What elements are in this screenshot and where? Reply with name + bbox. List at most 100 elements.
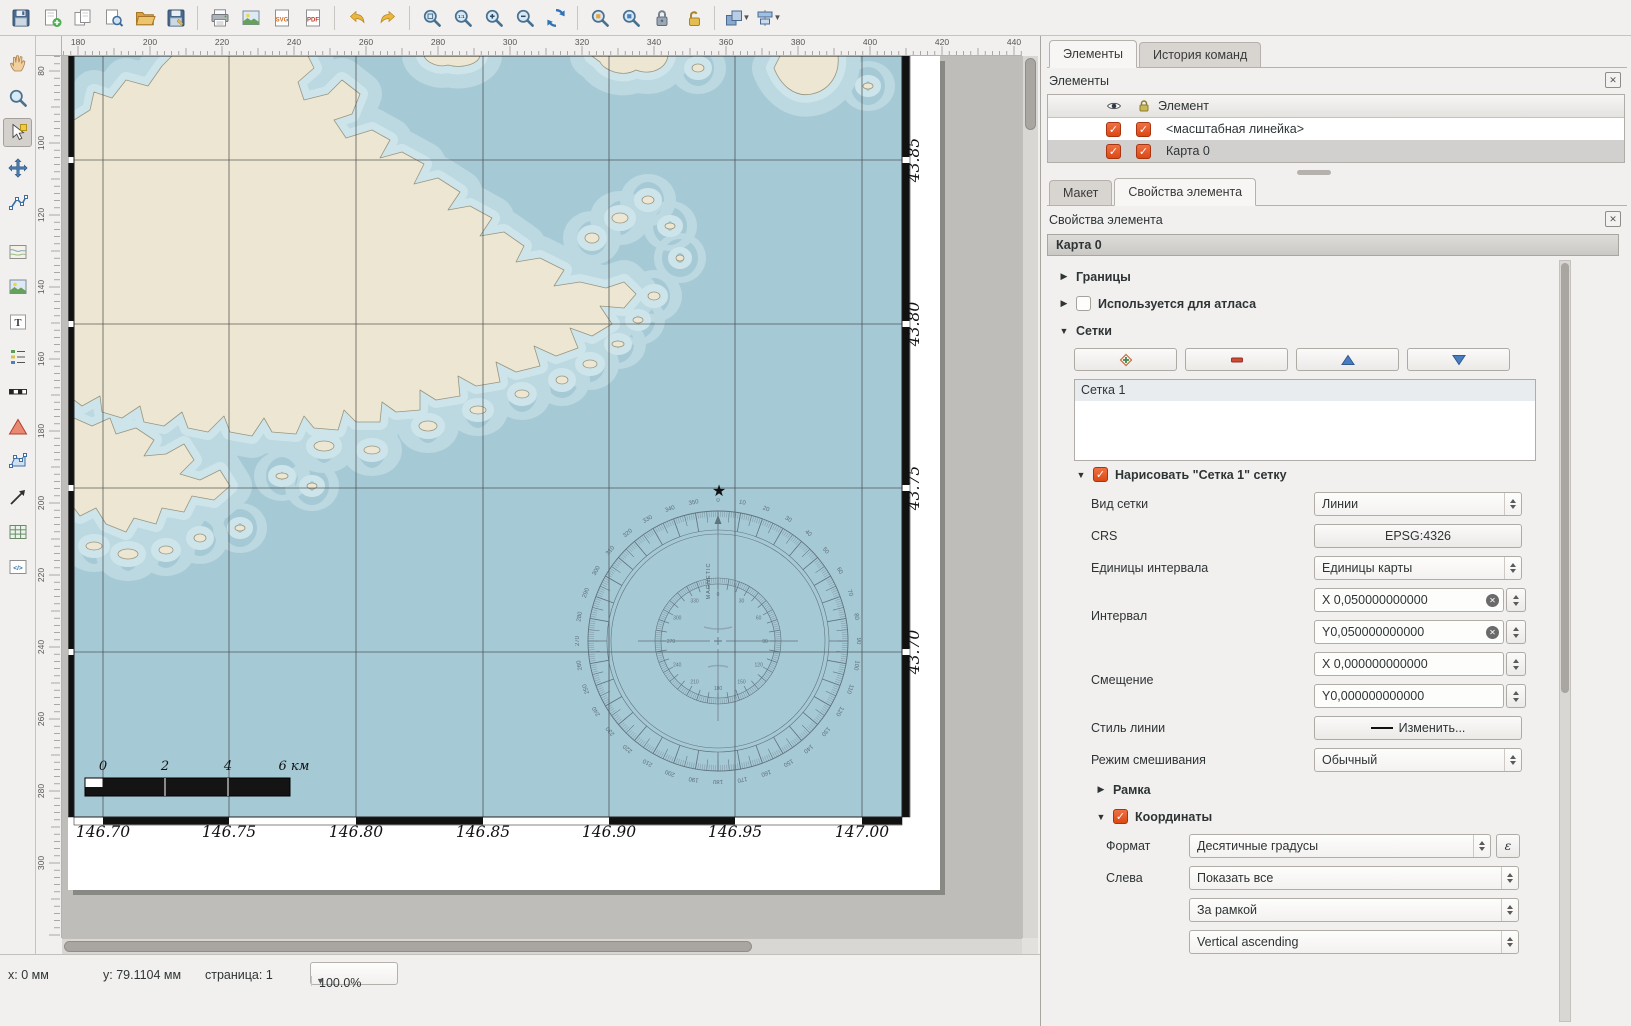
grid-list[interactable]: Сетка 1 (1074, 379, 1536, 461)
add-grid-button[interactable] (1074, 348, 1177, 371)
refresh-button[interactable] (541, 3, 570, 32)
export-pdf-button[interactable]: PDF (298, 3, 327, 32)
offset-x-spinner[interactable] (1506, 652, 1526, 676)
zoom-tool-button[interactable] (3, 83, 32, 112)
canvas-vertical-scrollbar[interactable] (1022, 56, 1038, 938)
edit-nodes-tool-button[interactable] (3, 188, 32, 217)
group-extents[interactable]: ▶ Границы (1041, 263, 1557, 290)
add-label-tool-button[interactable]: T (3, 307, 32, 336)
lock-checkbox[interactable]: ✓ (1136, 144, 1151, 159)
move-grid-up-button[interactable] (1296, 348, 1399, 371)
scrollbar-thumb[interactable] (1561, 263, 1569, 693)
interval-units-combo[interactable]: Единицы карты (1314, 556, 1522, 580)
new-layout-button[interactable] (37, 3, 66, 32)
redo-button[interactable] (373, 3, 402, 32)
lock-checkbox[interactable]: ✓ (1136, 122, 1151, 137)
clear-value-icon[interactable]: ✕ (1486, 594, 1499, 607)
map-item[interactable]: 0102030405060708090100110120130140150160… (68, 56, 940, 890)
tab-layout[interactable]: Макет (1049, 180, 1112, 205)
duplicate-layout-button[interactable] (68, 3, 97, 32)
left-direction-combo[interactable]: Vertical ascending (1189, 930, 1519, 954)
tab-elements[interactable]: Элементы (1049, 40, 1137, 68)
layout-page[interactable]: 0102030405060708090100110120130140150160… (68, 56, 940, 890)
group-frame[interactable]: ▶ Рамка (1041, 776, 1557, 803)
elements-scrollbar[interactable] (1047, 169, 1625, 176)
visibility-checkbox[interactable]: ✓ (1106, 144, 1121, 159)
export-svg-button[interactable]: SVG (267, 3, 296, 32)
add-image-tool-button[interactable] (3, 272, 32, 301)
zoom-in-button[interactable] (479, 3, 508, 32)
add-legend-tool-button[interactable] (3, 342, 32, 371)
add-scalebar-tool-button[interactable] (3, 377, 32, 406)
add-node-item-tool-button[interactable] (3, 447, 32, 476)
coordinates-checkbox[interactable]: ✓ (1113, 809, 1128, 824)
offset-y-input[interactable]: Y0,000000000000 (1314, 684, 1504, 708)
zoom-out-button[interactable] (510, 3, 539, 32)
add-arrow-tool-button[interactable] (3, 482, 32, 511)
save-as-button[interactable] (161, 3, 190, 32)
grid-type-combo[interactable]: Линии (1314, 492, 1522, 516)
move-content-tool-button[interactable] (3, 153, 32, 182)
clear-value-icon[interactable]: ✕ (1486, 626, 1499, 639)
move-grid-down-button[interactable] (1407, 348, 1510, 371)
group-coordinates[interactable]: ▼ ✓ Координаты (1041, 803, 1557, 830)
zoom-actual-button[interactable]: 1:1 (448, 3, 477, 32)
pan-tool-button[interactable] (3, 48, 32, 77)
align-items-button[interactable]: ▼ (753, 3, 782, 32)
unlock-items-button[interactable] (678, 3, 707, 32)
interval-x-input[interactable]: X 0,050000000000 ✕ (1314, 588, 1504, 612)
undo-button[interactable] (342, 3, 371, 32)
layout-manager-button[interactable] (99, 3, 128, 32)
open-folder-button[interactable] (130, 3, 159, 32)
add-html-tool-button[interactable]: </> (3, 552, 32, 581)
interval-y-spinner[interactable] (1506, 620, 1526, 644)
group-atlas[interactable]: ▶ Используется для атласа (1041, 290, 1557, 317)
add-table-tool-button[interactable] (3, 517, 32, 546)
zoom-level-combo[interactable]: 100.0% ▼ (310, 962, 398, 985)
format-combo[interactable]: Десятичные градусы (1189, 834, 1491, 858)
tab-item-properties[interactable]: Свойства элемента (1114, 178, 1256, 206)
vertical-ruler[interactable]: 80100120140160180200220240260280300 (36, 56, 62, 938)
save-button[interactable] (6, 3, 35, 32)
add-shape-tool-button[interactable] (3, 412, 32, 441)
expression-button[interactable]: ε (1496, 834, 1520, 858)
raise-items-button[interactable]: ▼ (722, 3, 751, 32)
element-row[interactable]: ✓✓<масштабная линейка> (1048, 118, 1624, 140)
canvas-horizontal-scrollbar[interactable] (62, 938, 1022, 954)
layout-canvas[interactable]: 0102030405060708090100110120130140150160… (62, 56, 1022, 938)
grid-list-item[interactable]: Сетка 1 (1075, 380, 1535, 401)
zoom-region-button[interactable] (616, 3, 645, 32)
visibility-checkbox[interactable]: ✓ (1106, 122, 1121, 137)
offset-x-input[interactable]: X 0,000000000000 (1314, 652, 1504, 676)
offset-y-spinner[interactable] (1506, 684, 1526, 708)
blend-mode-combo[interactable]: Обычный (1314, 748, 1522, 772)
line-style-button[interactable]: Изменить... (1314, 716, 1522, 740)
properties-scrollbar[interactable] (1559, 260, 1571, 1022)
tab-command-history[interactable]: История команд (1139, 42, 1261, 67)
zoom-selection-button[interactable] (585, 3, 614, 32)
svg-text:T: T (14, 318, 21, 329)
group-draw-grid[interactable]: ▼ ✓ Нарисовать "Сетка 1" сетку (1041, 461, 1557, 488)
close-icon[interactable]: ✕ (1605, 211, 1621, 227)
left-position-combo[interactable]: За рамкой (1189, 898, 1519, 922)
horizontal-ruler[interactable]: 1802002202402602803003203403603804004204… (62, 36, 1022, 56)
group-grids[interactable]: ▼ Сетки (1041, 317, 1557, 344)
element-row[interactable]: ✓✓Карта 0 (1048, 140, 1624, 162)
add-map-tool-button[interactable] (3, 237, 32, 266)
select-move-tool-button[interactable] (3, 118, 32, 147)
interval-x-spinner[interactable] (1506, 588, 1526, 612)
scrollbar-thumb[interactable] (64, 941, 752, 952)
zoom-full-button[interactable] (417, 3, 446, 32)
remove-grid-button[interactable] (1185, 348, 1288, 371)
chevron-down-icon[interactable]: ▼ (311, 976, 329, 986)
interval-y-input[interactable]: Y0,050000000000 ✕ (1314, 620, 1504, 644)
crs-button[interactable]: EPSG:4326 (1314, 524, 1522, 548)
left-display-combo[interactable]: Показать все (1189, 866, 1519, 890)
lock-items-button[interactable] (647, 3, 676, 32)
scrollbar-thumb[interactable] (1025, 58, 1036, 130)
export-image-button[interactable] (236, 3, 265, 32)
atlas-checkbox[interactable] (1076, 296, 1091, 311)
draw-grid-checkbox[interactable]: ✓ (1093, 467, 1108, 482)
print-button[interactable] (205, 3, 234, 32)
close-icon[interactable]: ✕ (1605, 72, 1621, 88)
